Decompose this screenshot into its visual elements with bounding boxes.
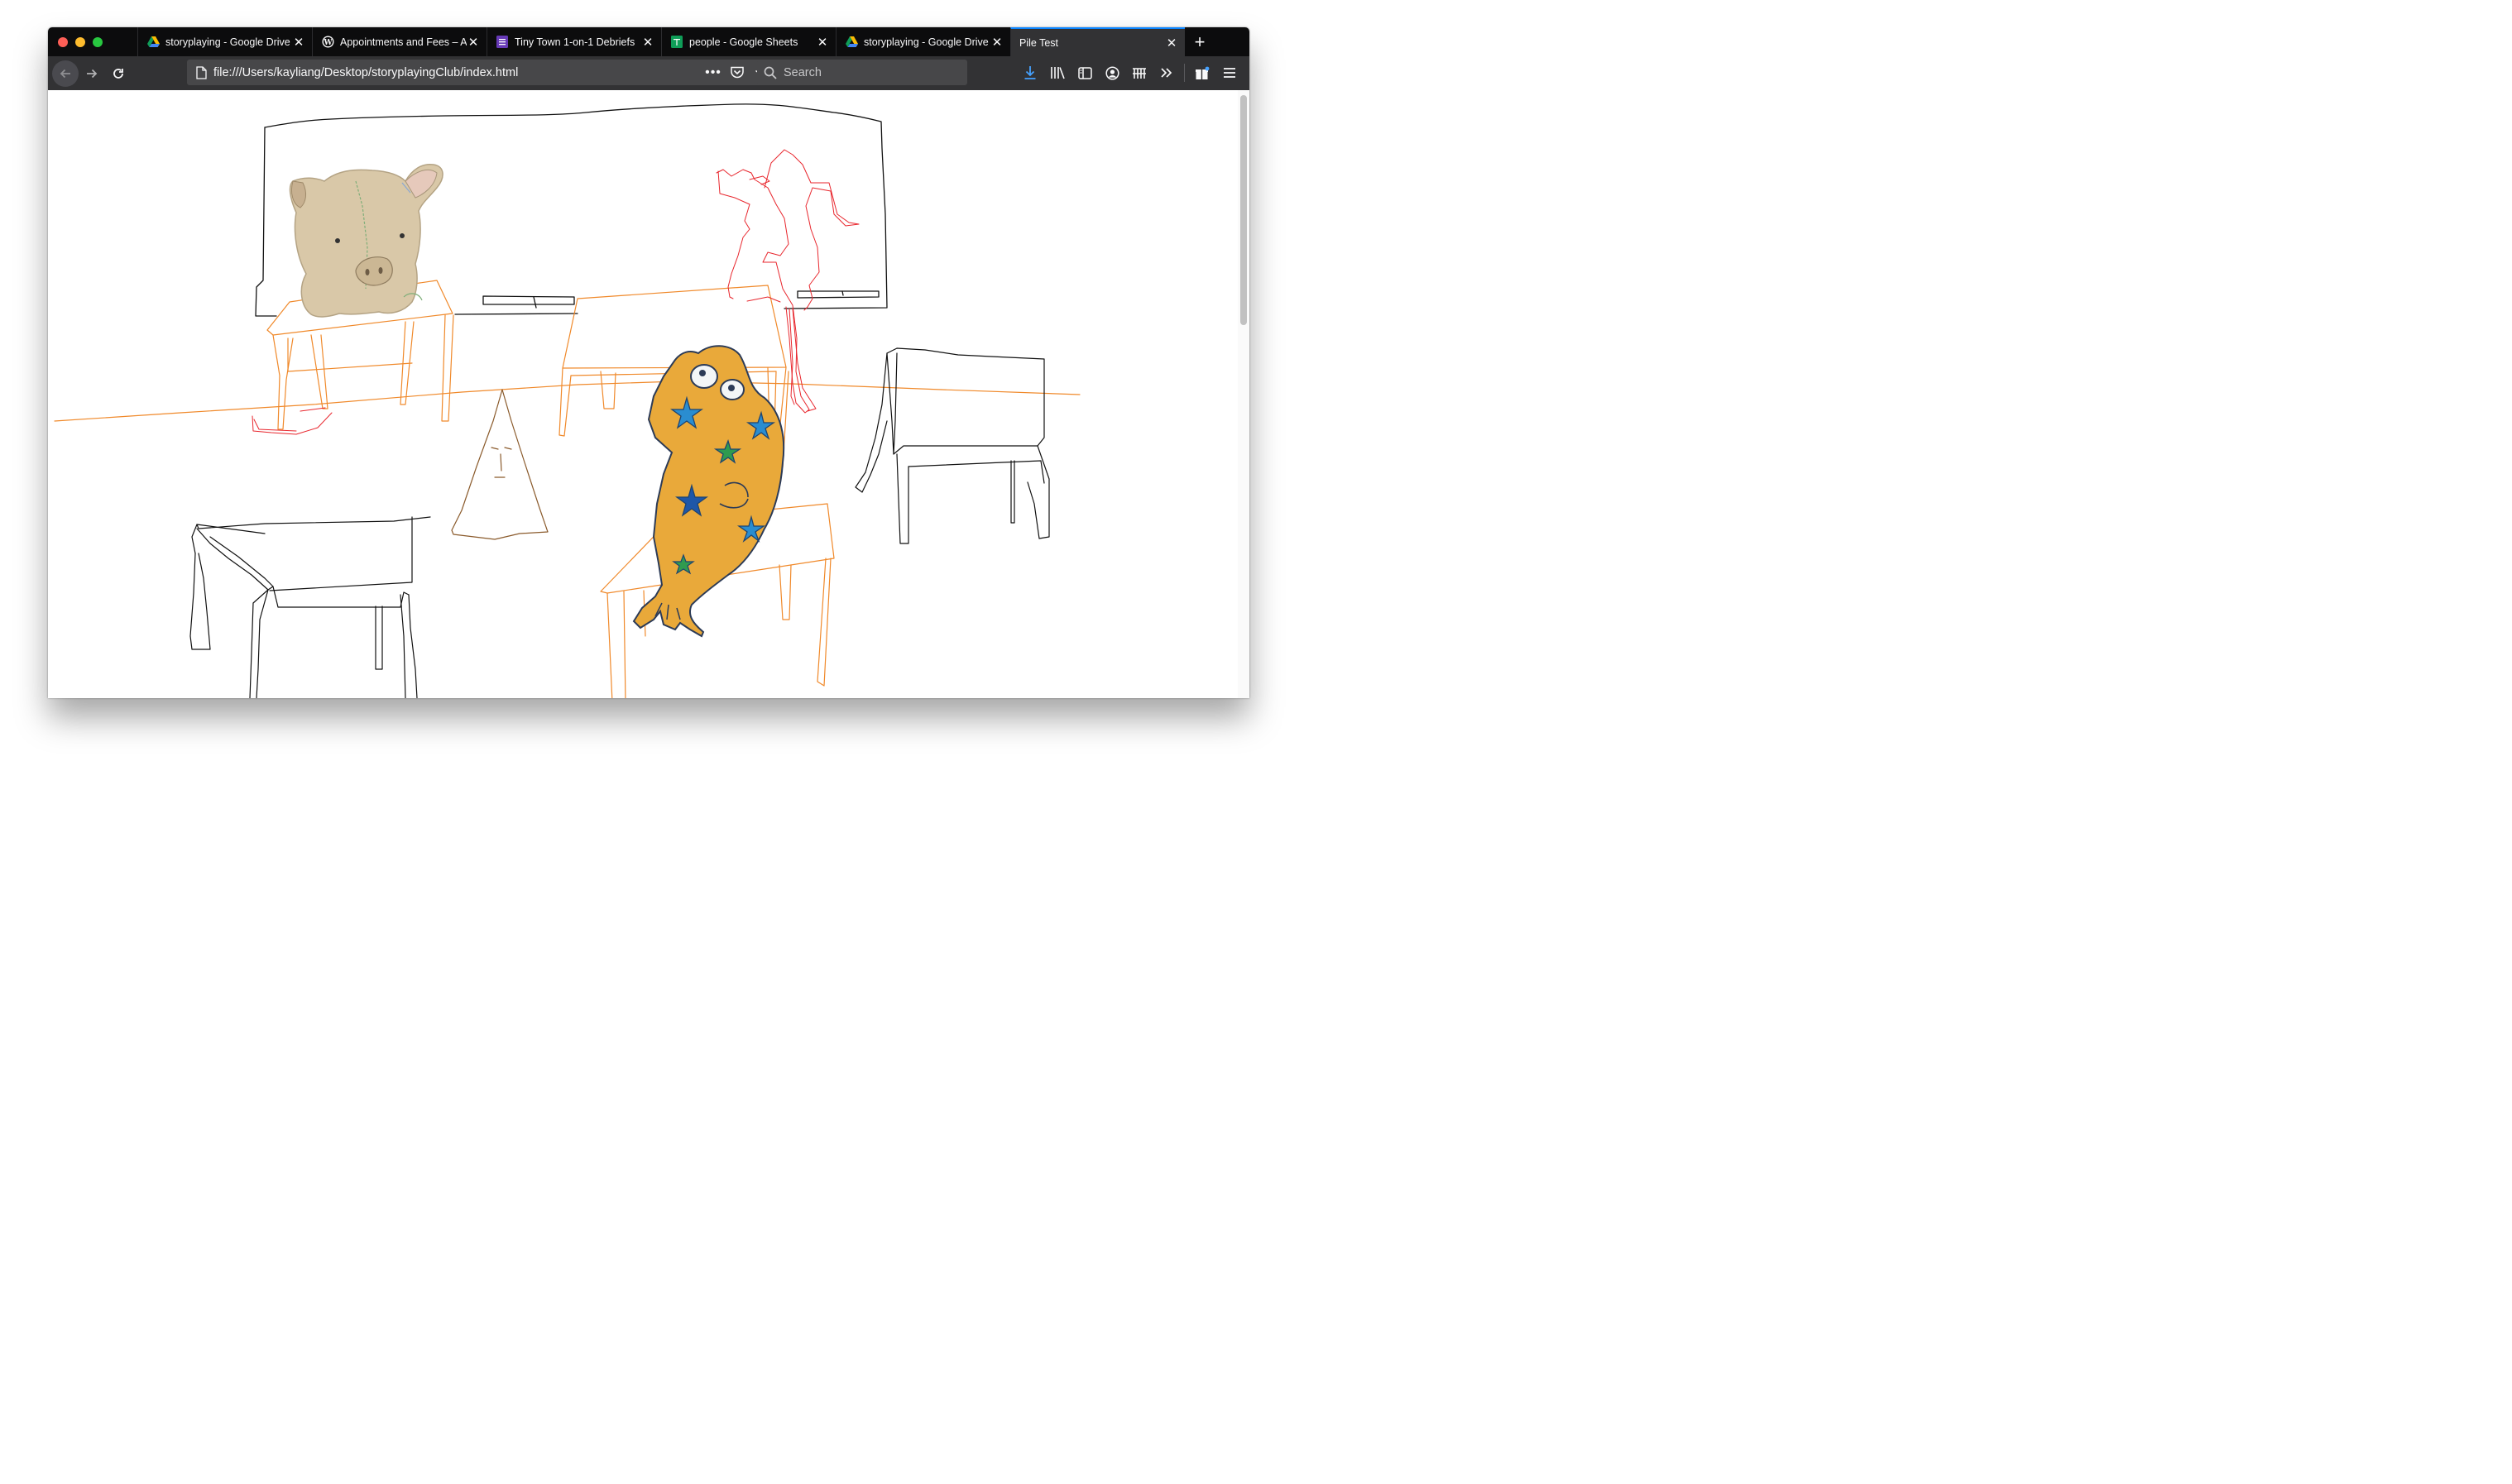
close-window-button[interactable] — [58, 36, 68, 47]
tab-pile-test[interactable]: Pile Test ✕ — [1010, 27, 1185, 56]
tab-storyplaying-drive[interactable]: storyplaying - Google Drive ✕ — [137, 27, 312, 56]
reload-button[interactable] — [105, 60, 132, 87]
orange-desks — [54, 280, 1081, 698]
back-button[interactable] — [52, 60, 79, 87]
page-icon — [189, 65, 213, 79]
pocket-icon[interactable] — [725, 66, 750, 79]
tab-title: Pile Test — [1019, 36, 1059, 49]
zoom-window-button[interactable] — [93, 36, 103, 47]
close-tab-icon[interactable]: ✕ — [816, 36, 829, 50]
black-furniture-outlines — [189, 347, 1050, 698]
tab-title: Tiny Town 1-on-1 Debriefs — [515, 36, 635, 48]
starry-yellow-frog-drawing — [632, 345, 785, 638]
tab-strip: storyplaying - Google Drive ✕ W Appointm… — [48, 27, 1249, 56]
sidebar-icon[interactable] — [1071, 60, 1098, 86]
felt-pig-plush-image — [289, 163, 443, 318]
tab-tiny-town[interactable]: Tiny Town 1-on-1 Debriefs ✕ — [487, 27, 661, 56]
tab-title: storyplaying - Google Drive — [864, 36, 989, 48]
close-tab-icon[interactable]: ✕ — [1165, 36, 1178, 50]
back-arrow-icon — [60, 69, 70, 78]
close-tab-icon[interactable]: ✕ — [641, 36, 654, 50]
forward-arrow-icon — [87, 69, 98, 78]
browser-window: storyplaying - Google Drive ✕ W Appointm… — [48, 27, 1249, 698]
page-actions-icon[interactable]: ••• — [702, 65, 725, 80]
tab-title: storyplaying - Google Drive — [165, 36, 290, 48]
minimize-window-button[interactable] — [75, 36, 85, 47]
navigation-toolbar: file:///Users/kayliang/Desktop/storyplay… — [48, 56, 1249, 90]
tab-title: people - Google Sheets — [689, 36, 798, 48]
google-drive-icon — [146, 36, 160, 49]
downloads-icon[interactable] — [1017, 60, 1043, 86]
close-tab-icon[interactable]: ✕ — [990, 36, 1004, 50]
new-tab-button[interactable]: + — [1185, 27, 1215, 56]
tab-people-sheets[interactable]: people - Google Sheets ✕ — [661, 27, 836, 56]
search-placeholder: Search — [784, 65, 822, 79]
vertical-scrollbar[interactable] — [1238, 90, 1249, 698]
close-tab-icon[interactable]: ✕ — [292, 36, 305, 50]
overflow-chevron-icon[interactable] — [1153, 60, 1180, 86]
forward-button[interactable] — [79, 60, 105, 87]
tab-title: Appointments and Fees – A — [340, 36, 467, 48]
google-sheets-icon — [670, 36, 683, 49]
reload-icon — [113, 68, 123, 79]
library-icon[interactable] — [1044, 60, 1071, 86]
toolbar-icons — [1017, 60, 1243, 86]
scene-canvas — [54, 103, 1081, 698]
tab-appointments[interactable]: W Appointments and Fees – A ✕ — [312, 27, 487, 56]
cone-with-face-doodle — [451, 389, 549, 540]
svg-text:W: W — [323, 39, 333, 47]
tab-storyplaying-drive-2[interactable]: storyplaying - Google Drive ✕ — [836, 27, 1010, 56]
hamburger-menu-icon[interactable] — [1216, 60, 1243, 86]
scrollbar-thumb[interactable] — [1240, 95, 1247, 325]
window-controls — [48, 27, 137, 56]
google-forms-icon — [496, 36, 509, 49]
account-icon[interactable] — [1099, 60, 1125, 86]
url-bar[interactable]: file:///Users/kayliang/Desktop/storyplay… — [187, 60, 774, 85]
google-drive-icon — [845, 36, 858, 49]
search-bar[interactable]: Search — [757, 60, 967, 85]
extension-icon[interactable] — [1126, 60, 1153, 86]
whats-new-gift-icon[interactable] — [1189, 60, 1215, 86]
close-tab-icon[interactable]: ✕ — [467, 36, 480, 50]
url-text[interactable]: file:///Users/kayliang/Desktop/storyplay… — [213, 66, 702, 79]
toolbar-divider — [1184, 64, 1185, 82]
wordpress-icon: W — [321, 36, 334, 49]
page-content — [48, 90, 1249, 698]
search-icon — [757, 66, 784, 79]
